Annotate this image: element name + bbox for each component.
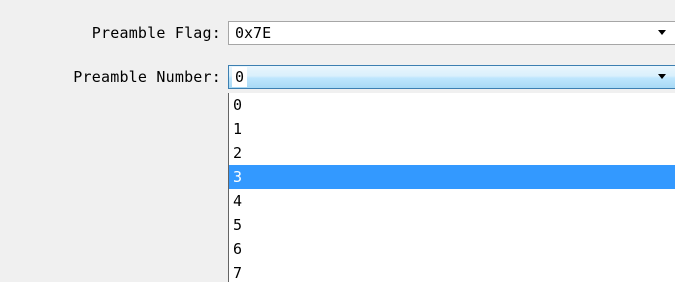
dropdown-option[interactable]: 2 <box>229 141 675 165</box>
dropdown-option-highlighted[interactable]: 3 <box>229 165 675 189</box>
dropdown-option[interactable]: 6 <box>229 237 675 261</box>
chevron-down-icon[interactable] <box>658 30 666 35</box>
preamble-number-value: 0 <box>232 67 248 87</box>
preamble-number-dropdown-list[interactable]: 0 1 2 3 4 5 6 7 <box>228 93 675 282</box>
preamble-number-label: Preamble Number: <box>73 68 221 86</box>
dropdown-option[interactable]: 1 <box>229 117 675 141</box>
chevron-down-icon[interactable] <box>658 74 666 79</box>
dropdown-option[interactable]: 4 <box>229 189 675 213</box>
preamble-flag-label: Preamble Flag: <box>91 24 221 42</box>
preamble-flag-combobox[interactable]: 0x7E <box>228 21 675 45</box>
dropdown-option[interactable]: 0 <box>229 93 675 117</box>
preamble-flag-value: 0x7E <box>235 24 272 42</box>
preamble-number-combobox[interactable]: 0 <box>228 65 675 89</box>
dropdown-option[interactable]: 5 <box>229 213 675 237</box>
dropdown-option[interactable]: 7 <box>229 261 675 282</box>
